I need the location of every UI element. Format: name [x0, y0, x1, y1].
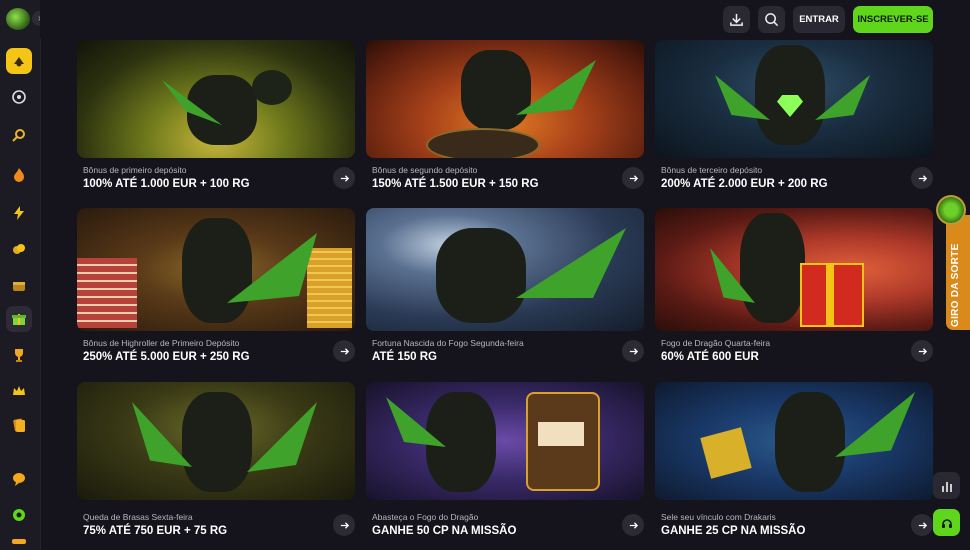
- promo-card[interactable]: Bônus de primeiro depósito 100% ATÉ 1.00…: [77, 40, 355, 190]
- arrow-right-icon[interactable]: [622, 340, 644, 362]
- promo-card[interactable]: Fogo de Dragão Quarta-feira 60% ATÉ 600 …: [655, 208, 933, 363]
- promo-card[interactable]: Abasteça o Fogo do Dragão GANHE 50 CP NA…: [366, 382, 644, 537]
- promo-subtitle: Bônus de primeiro depósito: [83, 165, 187, 175]
- coins-icon[interactable]: [6, 236, 32, 262]
- promo-title: 250% ATÉ 5.000 EUR + 250 RG: [83, 351, 250, 363]
- promo-title: GANHE 50 CP NA MISSÃO: [372, 525, 517, 537]
- promo-subtitle: Abasteça o Fogo do Dragão: [372, 512, 479, 522]
- lucky-spin-label: GIRO DA SORTE: [950, 243, 961, 327]
- arrow-right-icon[interactable]: [333, 514, 355, 536]
- promo-image: [77, 208, 355, 331]
- promo-card[interactable]: Bônus de segundo depósito 150% ATÉ 1.500…: [366, 40, 644, 190]
- search-icon[interactable]: [6, 122, 32, 148]
- arrow-right-icon[interactable]: [911, 514, 933, 536]
- promo-card[interactable]: Bônus de terceiro depósito 200% ATÉ 2.00…: [655, 40, 933, 190]
- search-icon: [765, 13, 779, 27]
- crown-icon[interactable]: [6, 378, 32, 404]
- login-button[interactable]: ENTRAR: [793, 6, 845, 33]
- sidebar: ›: [0, 0, 47, 550]
- lightning-icon[interactable]: [6, 200, 32, 226]
- arrow-right-icon[interactable]: [622, 167, 644, 189]
- fire-icon[interactable]: [6, 162, 32, 188]
- promo-subtitle: Bônus de segundo depósito: [372, 165, 478, 175]
- support-chat-button[interactable]: [933, 509, 960, 536]
- promo-image: [77, 382, 355, 500]
- promo-title: ATÉ 150 RG: [372, 351, 437, 363]
- promo-card[interactable]: Bônus de Highroller de Primeiro Depósito…: [77, 208, 355, 363]
- promo-image: [655, 208, 933, 331]
- promo-title: 150% ATÉ 1.500 EUR + 150 RG: [372, 178, 539, 190]
- promo-image: [655, 382, 933, 500]
- promo-subtitle: Fogo de Dragão Quarta-feira: [661, 338, 771, 348]
- promo-image: [366, 382, 644, 500]
- promo-subtitle: Fortuna Nascida do Fogo Segunda-feira: [372, 338, 524, 348]
- trophy-icon[interactable]: [6, 342, 32, 368]
- arrow-right-icon[interactable]: [333, 167, 355, 189]
- arrow-right-icon[interactable]: [333, 340, 355, 362]
- chat-icon[interactable]: [6, 466, 32, 492]
- lucky-spin-tab[interactable]: GIRO DA SORTE: [946, 215, 970, 330]
- search-button[interactable]: [758, 6, 785, 33]
- promo-image: [366, 40, 644, 158]
- promo-image: [366, 208, 644, 331]
- promo-subtitle: Sele seu vínculo com Drakaris: [661, 512, 776, 522]
- promo-title: 100% ATÉ 1.000 EUR + 100 RG: [83, 178, 250, 190]
- treasure-icon[interactable]: [6, 272, 32, 298]
- promo-subtitle: Bônus de terceiro depósito: [661, 165, 763, 175]
- gift-icon[interactable]: [6, 306, 32, 332]
- download-button[interactable]: [723, 6, 750, 33]
- casino-chip-icon[interactable]: [6, 48, 32, 74]
- fortune-wheel-icon[interactable]: [936, 195, 966, 225]
- roulette-icon[interactable]: [6, 84, 32, 110]
- promo-image: [77, 40, 355, 158]
- headset-icon: [941, 518, 952, 528]
- stats-button[interactable]: [933, 472, 960, 499]
- promo-title: GANHE 25 CP NA MISSÃO: [661, 525, 806, 537]
- promo-subtitle: Queda de Brasas Sexta-feira: [83, 512, 193, 522]
- promo-title: 60% ATÉ 600 EUR: [661, 351, 759, 363]
- arrow-right-icon[interactable]: [911, 167, 933, 189]
- download-icon: [730, 13, 743, 26]
- bar-chart-icon: [941, 481, 952, 492]
- promo-card[interactable]: Queda de Brasas Sexta-feira 75% ATÉ 750 …: [77, 382, 355, 537]
- support-icon[interactable]: [6, 502, 32, 528]
- cards-icon[interactable]: [6, 412, 32, 438]
- arrow-right-icon[interactable]: [911, 340, 933, 362]
- promo-card[interactable]: Fortuna Nascida do Fogo Segunda-feira AT…: [366, 208, 644, 363]
- promo-subtitle: Bônus de Highroller de Primeiro Depósito: [83, 338, 240, 348]
- signup-button[interactable]: INSCREVER-SE: [853, 6, 933, 33]
- promo-title: 200% ATÉ 2.000 EUR + 200 RG: [661, 178, 828, 190]
- language-icon[interactable]: [6, 534, 32, 548]
- promo-card[interactable]: Sele seu vínculo com Drakaris GANHE 25 C…: [655, 382, 933, 537]
- promo-image: [655, 40, 933, 158]
- arrow-right-icon[interactable]: [622, 514, 644, 536]
- promo-title: 75% ATÉ 750 EUR + 75 RG: [83, 525, 228, 537]
- logo[interactable]: [6, 8, 30, 30]
